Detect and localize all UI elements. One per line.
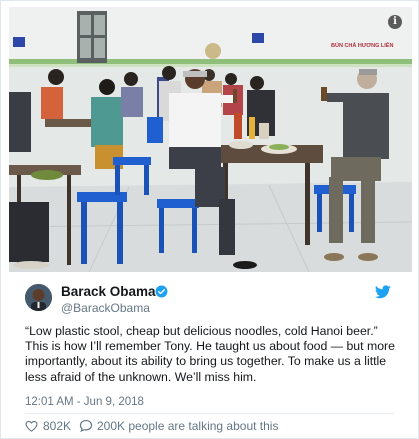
divider xyxy=(25,413,394,414)
wall-sign-text: BÚN CHẢ HƯƠNG LIÊN xyxy=(331,41,393,49)
twitter-bird-icon[interactable] xyxy=(375,285,391,299)
tweet-timestamp[interactable]: 12:01 AM - Jun 9, 2018 xyxy=(25,396,144,408)
tweet-photo[interactable]: BÚN CHẢ HƯƠNG LIÊN i xyxy=(9,7,412,272)
author-handle[interactable]: @BarackObama xyxy=(61,301,150,315)
reply-bubble-icon[interactable] xyxy=(79,419,93,432)
tweet-card: BÚN CHẢ HƯƠNG LIÊN i Barack Obama @Barac… xyxy=(0,0,419,439)
restaurant-photo-image: BÚN CHẢ HƯƠNG LIÊN xyxy=(9,7,412,272)
tweet-text: “Low plastic stool, cheap but delicious … xyxy=(25,324,395,384)
info-icon[interactable]: i xyxy=(388,15,402,29)
avatar[interactable] xyxy=(25,284,52,311)
author-name[interactable]: Barack Obama xyxy=(61,284,156,299)
verified-badge-icon xyxy=(155,285,168,298)
avatar-image xyxy=(25,284,52,311)
heart-icon[interactable] xyxy=(25,420,38,432)
conversation-count[interactable]: 200K people are talking about this xyxy=(97,419,278,433)
like-count[interactable]: 802K xyxy=(43,419,71,433)
